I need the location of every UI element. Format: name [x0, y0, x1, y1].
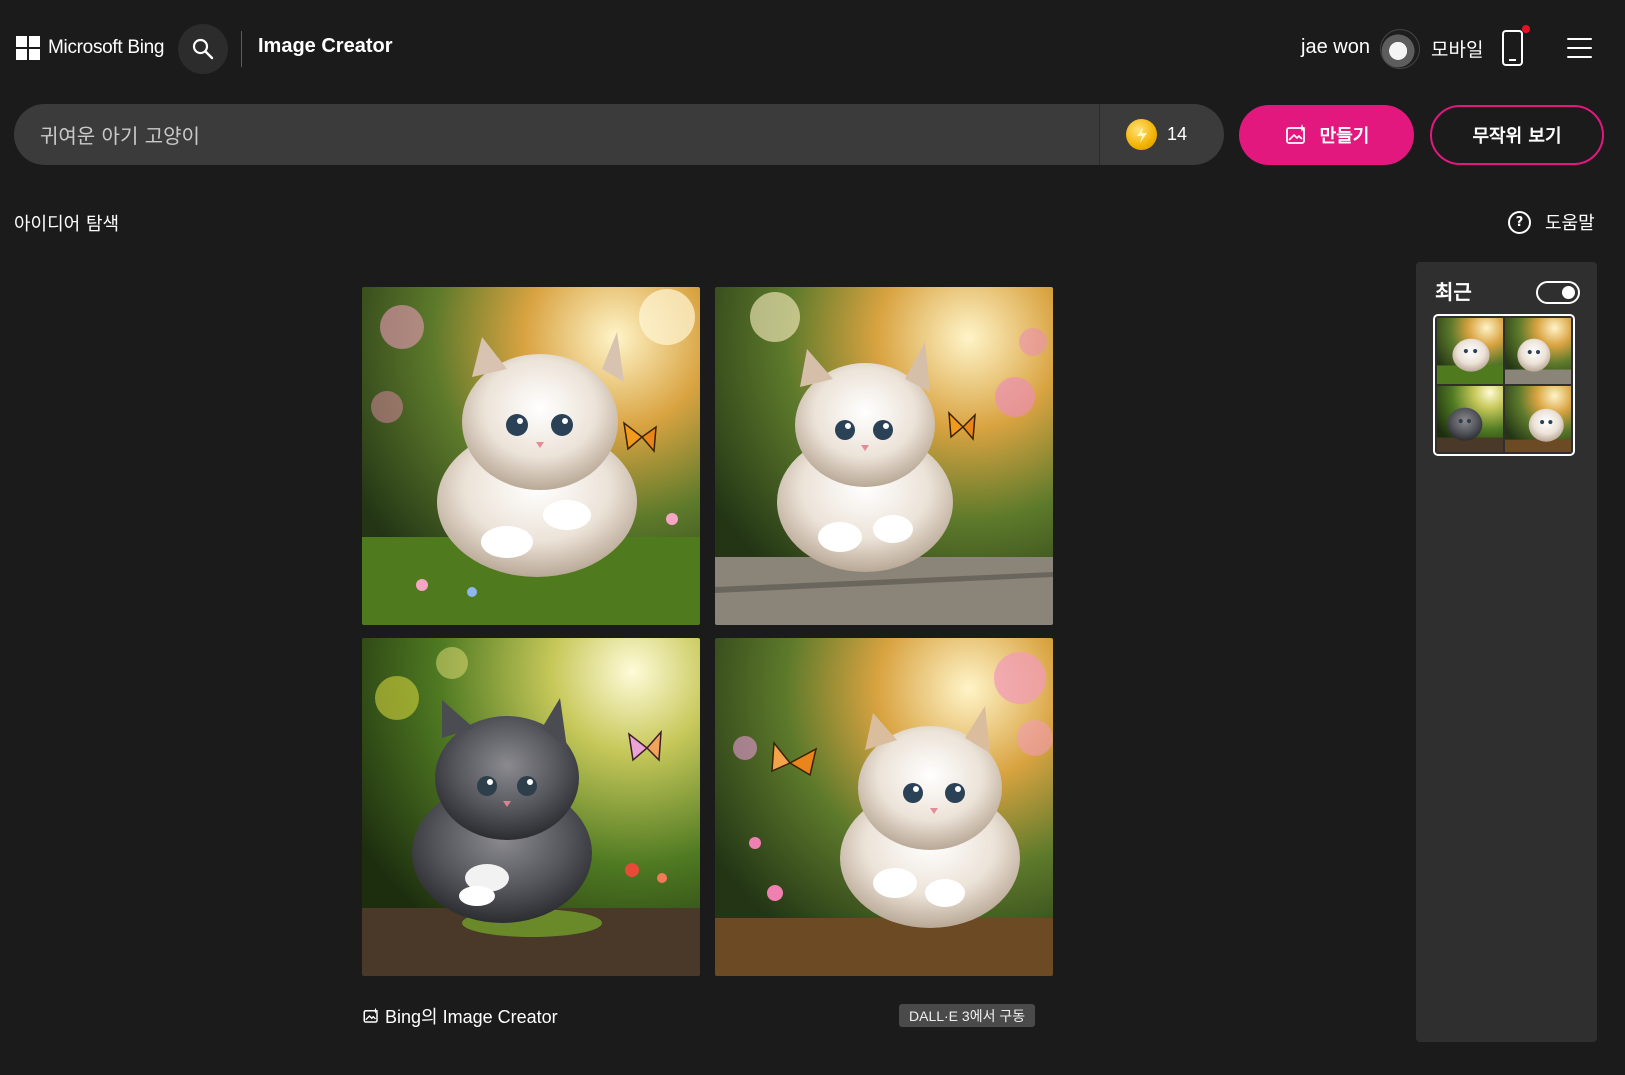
result-image-2[interactable] — [715, 287, 1053, 625]
user-name[interactable]: jae won — [1301, 36, 1370, 59]
recent-panel: 최근 — [1416, 262, 1597, 1042]
boost-count: 14 — [1167, 124, 1188, 144]
top-header: Microsoft Bing Image Creator jae won 모바일 — [0, 0, 1625, 100]
credit-label: Bing의 Image Creator — [385, 1007, 558, 1027]
recent-title: 최근 — [1435, 280, 1472, 304]
create-button[interactable]: 만들기 — [1239, 105, 1414, 165]
search-icon — [192, 38, 214, 60]
help-label: 도움말 — [1545, 213, 1595, 234]
page-title[interactable]: Image Creator — [258, 35, 393, 58]
toggle-knob — [1562, 286, 1575, 299]
prompt-input[interactable] — [40, 104, 1080, 165]
recent-thumb-2 — [1505, 318, 1571, 384]
windows-logo-icon — [16, 36, 40, 60]
random-view-label: 무작위 보기 — [1472, 126, 1562, 147]
search-button[interactable] — [178, 24, 228, 74]
phone-icon[interactable] — [1502, 30, 1523, 66]
prompt-bar: 14 — [14, 104, 1224, 165]
create-button-label: 만들기 — [1319, 126, 1370, 147]
mobile-link[interactable]: 모바일 — [1431, 35, 1483, 62]
image-sparkle-icon — [1285, 124, 1306, 144]
notification-dot — [1522, 25, 1530, 33]
avatar[interactable] — [1380, 29, 1420, 69]
hamburger-menu-icon[interactable] — [1567, 38, 1592, 58]
recent-thumb-3 — [1437, 386, 1503, 452]
recent-thumb-4 — [1505, 386, 1571, 452]
random-view-button[interactable]: 무작위 보기 — [1430, 105, 1604, 165]
explore-ideas-link[interactable]: 아이디어 탐색 — [14, 210, 119, 236]
result-image-1[interactable] — [362, 287, 700, 625]
bing-home-link[interactable]: Microsoft Bing — [16, 36, 164, 60]
boost-coin-icon[interactable] — [1126, 119, 1157, 150]
header-divider — [241, 31, 242, 67]
help-icon: ? — [1508, 210, 1531, 234]
recent-toggle[interactable] — [1536, 281, 1580, 304]
prompt-divider — [1099, 104, 1100, 165]
recent-thumb-1 — [1437, 318, 1503, 384]
help-link[interactable]: ? 도움말 — [1508, 209, 1595, 235]
result-image-4[interactable] — [715, 638, 1053, 976]
result-image-3[interactable] — [362, 638, 700, 976]
recent-item[interactable] — [1433, 314, 1575, 456]
powered-by-badge: DALL·E 3에서 구동 — [899, 1004, 1036, 1027]
image-sparkle-icon — [363, 1007, 379, 1023]
brand-name: Microsoft Bing — [48, 37, 165, 58]
lightning-icon — [1136, 126, 1147, 143]
image-creator-credit: Bing의 Image Creator — [362, 1003, 558, 1029]
